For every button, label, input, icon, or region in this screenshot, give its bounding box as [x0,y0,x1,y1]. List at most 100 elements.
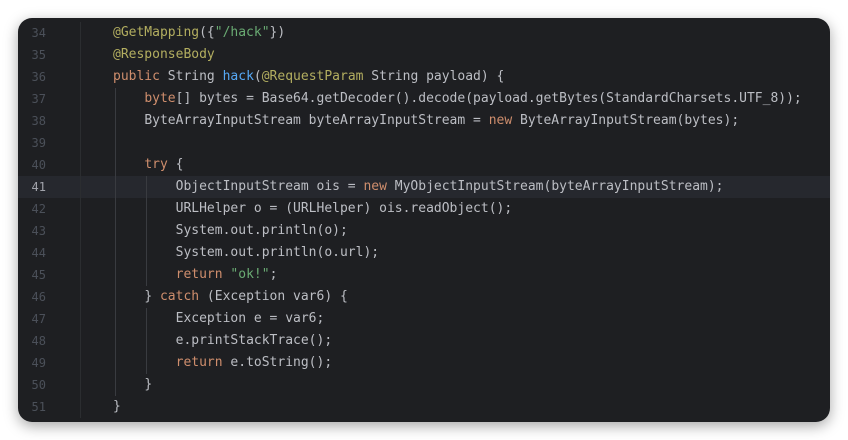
line-number: 34 [31,26,46,40]
gutter-separator [80,396,81,418]
line-number: 42 [31,202,46,216]
code-token: byte [144,91,176,106]
indent-guide [115,264,116,286]
gutter-separator [80,374,81,396]
code-token: ( [253,69,262,84]
code-text: } [113,396,121,418]
indent-guide [115,374,116,396]
code-line[interactable]: 44 System.out.println(o.url); [18,242,830,264]
code-editor[interactable]: 34 @GetMapping({"/hack"}) 35 @ResponseBody 3… [18,22,830,418]
code-text: byte[] bytes = Base64.getDecoder().decod… [144,88,801,110]
gutter-separator [80,242,81,264]
code-text: System.out.println(o.url); [176,242,380,264]
line-number: 38 [31,114,46,128]
code-text: public String hack(@RequestParam String … [113,66,504,88]
code-line[interactable]: 39 [18,132,830,154]
gutter-separator [80,176,81,198]
code-token: "ok!" [230,267,270,282]
indent-guide [115,286,116,308]
code-line[interactable]: 36 public String hack(@RequestParam Strin… [18,66,830,88]
code-token: ; [269,267,278,282]
code-token: return [175,355,223,370]
code-token: @GetMapping [113,25,200,40]
code-token: { [167,157,184,172]
gutter-separator [80,88,81,110]
code-line[interactable]: 35 @ResponseBody [18,44,830,66]
line-number: 40 [31,158,46,172]
code-text: @GetMapping({"/hack"}) [113,22,285,44]
gutter-separator [80,286,81,308]
code-token: (Exception var6) { [199,289,348,304]
code-line[interactable]: 47 Exception e = var6; [18,308,830,330]
indent-guide [146,308,148,330]
code-line-current[interactable]: 41 ObjectInputStream ois = new MyObjectIn… [18,176,830,198]
code-line[interactable]: 49 return e.toString(); [18,352,830,374]
code-line[interactable]: 46} catch (Exception var6) { [18,286,830,308]
code-token: URLHelper o = (URLHelper) ois.readObject… [175,201,513,216]
line-number: 50 [31,378,46,392]
line-number: 49 [31,356,46,370]
code-token: } [144,377,153,392]
code-line[interactable]: 37 byte[] bytes = Base64.getDecoder().dec… [18,88,830,110]
code-line[interactable]: 51} [18,396,830,418]
code-text: } [144,374,152,396]
indent-guide [115,198,116,220]
code-line[interactable]: 42 URLHelper o = (URLHelper) ois.readObje… [18,198,830,220]
indent-guide [115,132,116,154]
code-token: hack [222,69,254,84]
code-line[interactable]: 34 @GetMapping({"/hack"}) [18,22,830,44]
line-number: 48 [31,334,46,348]
code-line[interactable]: 50} [18,374,830,396]
code-token: public [113,69,160,84]
gutter-separator [80,220,81,242]
line-number: 35 [31,48,46,62]
gutter-separator [80,330,81,352]
code-token: @RequestParam [261,69,364,84]
code-token: catch [159,289,200,304]
indent-guide [146,352,148,374]
code-editor-window: 34 @GetMapping({"/hack"}) 35 @ResponseBody 3… [18,18,830,422]
indent-guide [146,264,148,286]
code-token: String payload) { [363,69,505,84]
line-number: 44 [31,246,46,260]
gutter-separator [80,44,81,66]
indent-guide [115,308,116,330]
code-token: Exception e = var6; [175,311,325,326]
code-text: @ResponseBody [113,44,215,66]
line-number: 43 [31,224,46,238]
gutter-separator [80,22,81,44]
code-token: ({ [199,25,215,40]
code-token: new [488,113,513,128]
code-token: "/hack" [214,25,270,40]
line-number: 46 [31,290,46,304]
gutter-separator [80,352,81,374]
gutter-separator [80,110,81,132]
gutter-separator [80,198,81,220]
line-number: 51 [31,400,46,414]
code-text: ByteArrayInputStream byteArrayInputStrea… [144,110,739,132]
code-line[interactable]: 48 e.printStackTrace(); [18,330,830,352]
code-token: } [113,399,121,414]
code-text: return e.toString(); [176,352,333,374]
code-token: }) [269,25,286,40]
indent-guide [146,198,148,220]
indent-guide [146,220,148,242]
code-token: try [144,157,168,172]
indent-guide [115,242,116,264]
code-line[interactable]: 40 try { [18,154,830,176]
code-text: return "ok!"; [176,264,278,286]
code-token: [] bytes = Base64.getDecoder().decode(pa… [175,91,802,106]
code-line[interactable]: 45 return "ok!"; [18,264,830,286]
code-token: return [175,267,223,282]
line-number: 36 [31,70,46,84]
gutter-separator [80,308,81,330]
code-token: System.out.println(o); [175,223,348,238]
gutter-separator [80,264,81,286]
gutter-separator [80,132,81,154]
code-token: String [159,69,223,84]
indent-guide [115,330,116,352]
code-line[interactable]: 43 System.out.println(o); [18,220,830,242]
code-text: try { [144,154,183,176]
code-line[interactable]: 38 ByteArrayInputStream byteArrayInputStr… [18,110,830,132]
line-number: 37 [31,92,46,106]
